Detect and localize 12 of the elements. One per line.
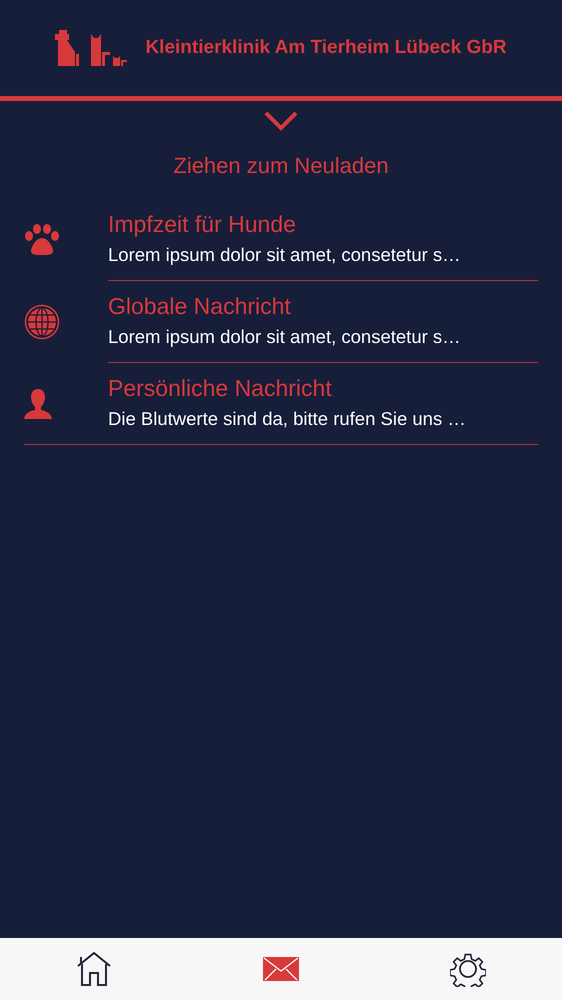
message-preview: Die Blutwerte sind da, bitte rufen Sie uns … — [108, 408, 467, 430]
message-title[interactable]: Persönliche Nachricht — [108, 375, 538, 402]
globe-icon — [24, 304, 60, 340]
pull-to-refresh-label: Ziehen zum Neuladen — [173, 153, 389, 178]
message-title[interactable]: Impfzeit für Hunde — [108, 211, 538, 238]
message-preview: Lorem ipsum dolor sit amet, consetetur s… — [108, 326, 462, 348]
paw-icon — [24, 224, 60, 256]
chevron-down-icon — [264, 111, 298, 131]
clinic-title: Kleintierklinik Am Tierheim Lübeck GbR — [145, 37, 507, 59]
message-preview: Lorem ipsum dolor sit amet, consetetur s… — [108, 244, 462, 266]
message-title[interactable]: Globale Nachricht — [108, 293, 538, 320]
person-icon — [24, 388, 52, 418]
